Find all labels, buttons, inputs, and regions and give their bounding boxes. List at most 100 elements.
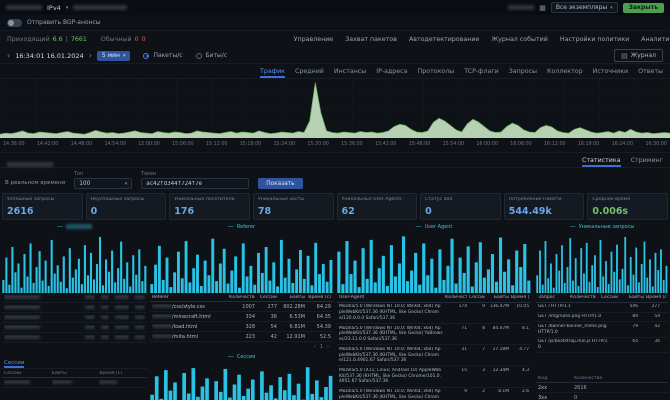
table-row[interactable]: Mozilla/5.0 (Windows NT 10.0; Win64; x64…	[337, 388, 531, 400]
stat-card-unique-user-agents: Уникальные User Agents62	[337, 193, 418, 220]
tab-traffic[interactable]: Трафик	[260, 68, 285, 78]
close-button[interactable]: Закрыть	[623, 3, 664, 13]
time-cell: 4.3	[511, 368, 529, 373]
redacted-text	[85, 335, 95, 339]
show-button[interactable]: Показать	[258, 178, 302, 189]
redacted-cell	[97, 315, 109, 321]
journal-button[interactable]: ▤ Журнал	[614, 49, 663, 62]
table-row[interactable]: /mita.html2234212.91M52.5	[150, 332, 333, 342]
tab-collector[interactable]: Коллектор	[547, 68, 583, 78]
stat-card-status-404: Статус 4040	[420, 193, 501, 220]
instances-select[interactable]: Все экземпляры ▾	[551, 2, 618, 13]
unit-radio-bits[interactable]: Биты/с	[196, 52, 228, 59]
redacted-text	[85, 295, 95, 299]
unit-radio-packets[interactable]: Пакеты/с	[143, 52, 182, 59]
stat-card-label: Уникальные хосты	[258, 197, 329, 202]
stat-card-failed-requests: Неуспешные запросы0	[86, 193, 167, 220]
page-number[interactable]: 1	[320, 344, 323, 350]
tab-ip-addresses[interactable]: IP-адреса	[376, 68, 407, 78]
nav-item-autodetect[interactable]: Автодетектирование	[409, 36, 479, 43]
table-row[interactable]: GET / HTTP/1.1546277432.1M84.2	[536, 303, 668, 313]
traffic-chart[interactable]	[0, 79, 670, 139]
count-cell: 334	[229, 314, 255, 320]
table-row[interactable]: GET /js/bootstrap.min.js HTTP/1.064368.2…	[536, 338, 668, 353]
bgp-toggle-label: Отправить BGP-анонсы	[27, 19, 101, 26]
apps-grid-icon[interactable]: ▦	[539, 4, 546, 12]
x-axis-label: 16:18:00	[578, 142, 600, 147]
table-row[interactable]: Mozilla/5.0 (Windows NT 10.0; Win64; x64…	[337, 324, 531, 345]
nav-item-management[interactable]: Управление	[294, 36, 334, 43]
tab-tcp-flags[interactable]: TCP-флаги	[464, 68, 498, 78]
tab-responses[interactable]: Ответы	[638, 68, 663, 78]
redacted-cell	[4, 295, 79, 301]
visitors-bar-chart	[2, 231, 147, 293]
incoming-label: Приходящий	[7, 36, 50, 43]
column-header: Количество	[229, 295, 255, 300]
range-select[interactable]: 5 мин ▾	[97, 51, 131, 61]
bytes-cell: 27.18M	[487, 347, 509, 352]
token-input[interactable]	[141, 178, 249, 189]
traffic-area-chart	[0, 79, 670, 139]
stat-card-value: 62	[342, 207, 413, 217]
count-cell: 89	[612, 314, 638, 319]
tab-protocols[interactable]: Протоколы	[417, 68, 454, 78]
table-header-row: КодКоличество	[536, 374, 668, 383]
table-row[interactable]: 3xx0	[536, 393, 668, 400]
tab-sources[interactable]: Источники	[593, 68, 629, 78]
stats-controls: В реальном времени Топ 100 ▾ Токен Показ…	[0, 168, 670, 192]
redacted-cell	[4, 315, 79, 321]
pager-arrow[interactable]: ›	[327, 344, 329, 350]
prev-time-button[interactable]: ‹	[7, 52, 10, 60]
token-field-group: Токен	[141, 172, 249, 190]
table-row[interactable]: /minecraft.html334366.53M64.35	[150, 312, 333, 322]
table-row[interactable]: GET /banner-banner_mime.png HTTP/1.07942…	[536, 322, 668, 337]
tab-requests[interactable]: Запросы	[509, 68, 537, 78]
nav-item-packet-capture[interactable]: Захват пакетов	[345, 36, 397, 43]
chart-tabs: Трафик Средний Инстансы IP-адреса Протоколы T…	[0, 64, 670, 79]
tab-sessions[interactable]: Сессии	[4, 360, 24, 368]
table-row[interactable]: Mozilla/5.0 (Windows NT 10.0; Win64; x64…	[337, 303, 531, 324]
nav-item-analytics[interactable]: Аналитика	[641, 36, 670, 43]
referer-legend-label: Referer	[237, 224, 255, 230]
table-row[interactable]	[2, 333, 147, 343]
table-row[interactable]: Mozilla/5.0 (Windows NT 10.0; Win64; x64…	[337, 345, 531, 366]
column-header: Время (с)	[307, 295, 331, 300]
bgp-announce-toggle[interactable]	[7, 19, 22, 27]
nav-item-policy-settings[interactable]: Настройки политики	[560, 36, 629, 43]
table-row[interactable]: 2xx2616	[536, 383, 668, 393]
table-row[interactable]: /load.html328546.81M54.39	[150, 322, 333, 332]
next-time-button[interactable]: ›	[89, 52, 92, 60]
datetime-value[interactable]: 16:34:01 16.01.2024	[15, 52, 83, 60]
time-cell: 8.1	[511, 326, 529, 331]
table-row[interactable]: GET /img/rules.png HTTP/1.0895412.3M6.1	[536, 313, 668, 323]
nav-item-event-log[interactable]: Журнал событий	[491, 36, 548, 43]
stat-card-value: 0	[91, 207, 162, 217]
stat-card-unique-hosts: Уникальные хосты78	[253, 193, 334, 220]
table-row[interactable]	[2, 303, 147, 313]
table-row[interactable]	[2, 293, 147, 303]
count-cell: 546	[612, 304, 638, 309]
legend-dash-icon: —	[570, 224, 576, 230]
session-chart-panel: — Сессия	[150, 352, 333, 400]
top-select[interactable]: 100 ▾	[74, 178, 132, 189]
tab-statistics[interactable]: Статистика	[582, 157, 621, 167]
list-icon: ▤	[621, 52, 628, 60]
redacted-text	[101, 295, 109, 299]
referer-legend: — Referer	[150, 222, 333, 231]
tab-instances[interactable]: Инстансы	[334, 68, 366, 78]
tab-streaming[interactable]: Стриминг	[631, 157, 663, 167]
table-row[interactable]: Mozilla/5.0 (X11; Linux; Android 10) App…	[337, 366, 531, 387]
redacted-cell	[81, 295, 95, 301]
redacted-cell	[111, 315, 129, 321]
table-row[interactable]	[2, 378, 147, 388]
table-row[interactable]: /css/style.css1007277802.28M84.29	[150, 302, 333, 312]
column-header: Время (с)	[99, 371, 145, 376]
tab-average[interactable]: Средний	[295, 68, 324, 78]
user-agent-cell: Mozilla/5.0 (Windows NT 10.0; Win64; x64…	[339, 389, 443, 400]
pager-arrow[interactable]: ‹	[314, 344, 316, 350]
legend-dash-icon: —	[57, 224, 63, 230]
table-row[interactable]	[2, 313, 147, 323]
table-row[interactable]	[2, 323, 147, 333]
column-header: Байты	[279, 295, 305, 300]
x-axis-label: 15:42:00	[375, 142, 397, 147]
